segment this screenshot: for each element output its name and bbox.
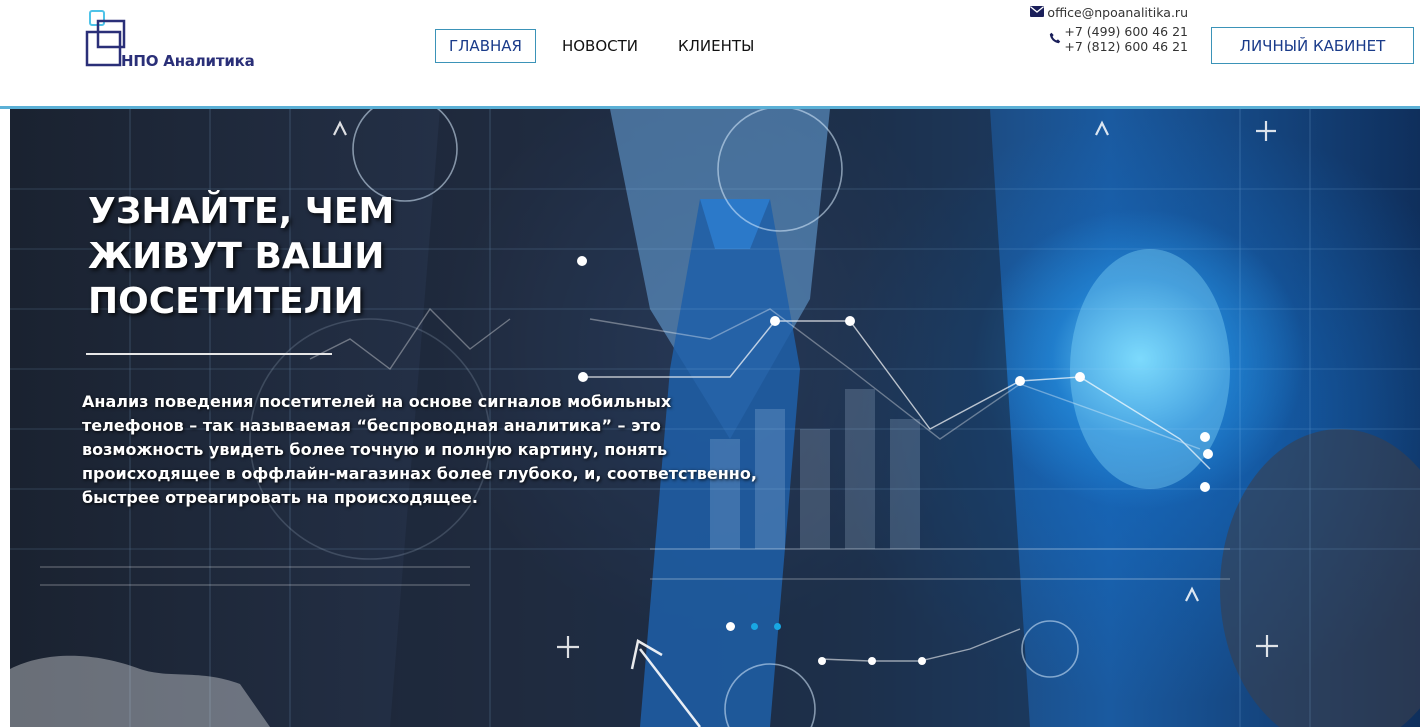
nav-item-news[interactable]: НОВОСТИ: [548, 29, 652, 63]
slider-pagination: [726, 622, 781, 631]
hero-title: УЗНАЙТЕ, ЧЕМ ЖИВУТ ВАШИ ПОСЕТИТЕЛИ: [88, 191, 395, 322]
email-link[interactable]: office@npoanalitika.ru: [1047, 5, 1188, 20]
main-nav: ГЛАВНАЯ НОВОСТИ КЛИЕНТЫ: [435, 29, 768, 63]
envelope-icon: [1030, 5, 1045, 20]
slide-dot-2[interactable]: [751, 623, 758, 630]
hero-slider: УЗНАЙТЕ, ЧЕМ ЖИВУТ ВАШИ ПОСЕТИТЕЛИ Анали…: [10, 109, 1420, 727]
email-row: office@npoanalitika.ru: [1030, 5, 1188, 20]
phone-row: +7 (499) 600 46 21 +7 (812) 600 46 21: [1030, 24, 1188, 54]
slide-dot-3[interactable]: [774, 623, 781, 630]
logo-text: НПО Аналитика: [121, 52, 255, 70]
hero-description: Анализ поведения посетителей на основе с…: [82, 392, 757, 507]
personal-cabinet-button[interactable]: ЛИЧНЫЙ КАБИНЕТ: [1211, 27, 1414, 64]
phone-numbers: +7 (499) 600 46 21 +7 (812) 600 46 21: [1064, 24, 1188, 54]
slide-dot-1[interactable]: [726, 622, 735, 631]
nav-item-clients[interactable]: КЛИЕНТЫ: [664, 29, 768, 63]
phone-icon: [1049, 32, 1061, 47]
site-header: НПО Аналитика ГЛАВНАЯ НОВОСТИ КЛИЕНТЫ of…: [0, 0, 1420, 106]
logo[interactable]: НПО Аналитика: [84, 8, 284, 78]
hero-divider: [86, 353, 332, 355]
contacts: office@npoanalitika.ru +7 (499) 600 46 2…: [1030, 5, 1188, 54]
phone-2[interactable]: +7 (812) 600 46 21: [1064, 39, 1188, 54]
phone-1[interactable]: +7 (499) 600 46 21: [1064, 24, 1188, 39]
nav-item-home[interactable]: ГЛАВНАЯ: [435, 29, 536, 63]
